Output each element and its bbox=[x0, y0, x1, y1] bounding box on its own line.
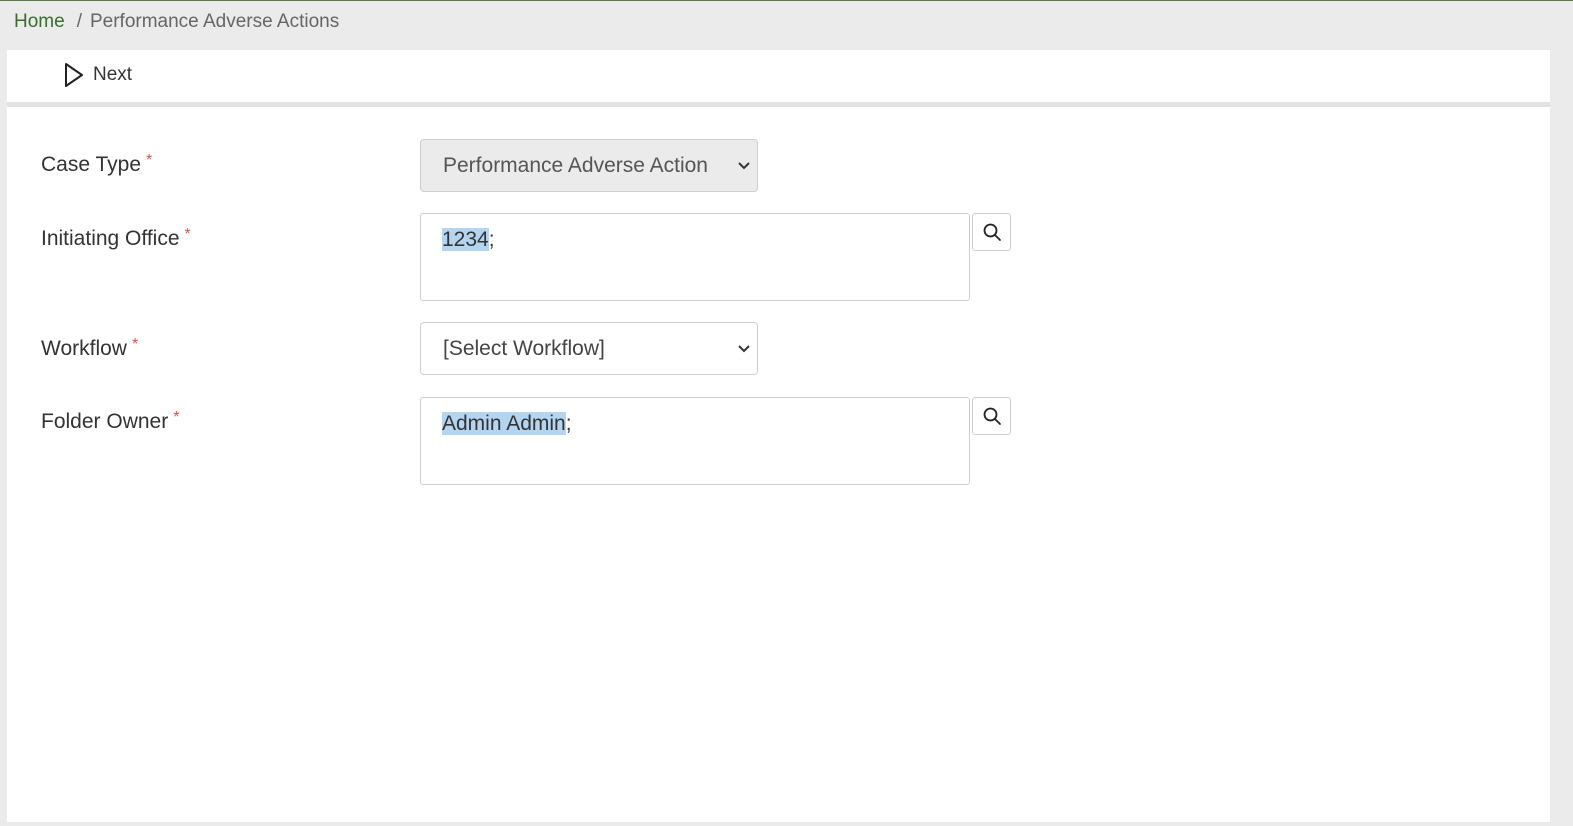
case-type-label: Case Type * bbox=[41, 152, 153, 177]
case-form: Case Type * Performance Adverse Action In… bbox=[7, 107, 1550, 822]
case-type-select[interactable]: Performance Adverse Action bbox=[420, 139, 758, 192]
workflow-select[interactable]: [Select Workflow] bbox=[420, 322, 758, 375]
initiating-office-input[interactable]: 1234; bbox=[420, 213, 970, 301]
breadcrumb-separator: / bbox=[76, 11, 82, 32]
initiating-office-suffix: ; bbox=[488, 228, 495, 251]
breadcrumb-home-link[interactable]: Home bbox=[14, 11, 65, 33]
toolbar: Next bbox=[7, 50, 1550, 102]
folder-owner-input[interactable]: Admin Admin; bbox=[420, 397, 970, 485]
initiating-office-search-button[interactable] bbox=[972, 213, 1011, 251]
case-type-label-text: Case Type bbox=[41, 153, 142, 176]
initiating-office-label: Initiating Office * bbox=[41, 226, 191, 251]
workflow-label: Workflow * bbox=[41, 336, 139, 361]
next-button[interactable]: Next bbox=[63, 62, 132, 88]
required-marker: * bbox=[146, 152, 153, 169]
breadcrumb-current: Performance Adverse Actions bbox=[89, 11, 340, 32]
folder-owner-suffix: ; bbox=[565, 412, 572, 435]
folder-owner-selected-text: Admin Admin bbox=[442, 412, 566, 435]
chevron-down-icon bbox=[738, 161, 750, 169]
case-type-value: Performance Adverse Action bbox=[443, 153, 708, 177]
required-marker: * bbox=[131, 336, 139, 353]
folder-owner-label: Folder Owner * bbox=[41, 409, 180, 434]
play-outline-icon bbox=[65, 63, 83, 87]
required-marker: * bbox=[173, 409, 180, 426]
workflow-label-text: Workflow bbox=[41, 337, 127, 360]
folder-owner-label-text: Folder Owner bbox=[41, 410, 169, 433]
required-marker: * bbox=[184, 226, 191, 243]
search-icon bbox=[983, 407, 1001, 425]
breadcrumb: Home / Performance Adverse Actions bbox=[14, 11, 339, 33]
workflow-value: [Select Workflow] bbox=[443, 336, 605, 360]
search-icon bbox=[983, 223, 1001, 241]
initiating-office-label-text: Initiating Office bbox=[41, 227, 180, 250]
initiating-office-selected-text: 1234 bbox=[442, 228, 489, 251]
next-button-label: Next bbox=[93, 64, 133, 85]
folder-owner-search-button[interactable] bbox=[972, 397, 1011, 435]
chevron-down-icon bbox=[738, 344, 750, 352]
